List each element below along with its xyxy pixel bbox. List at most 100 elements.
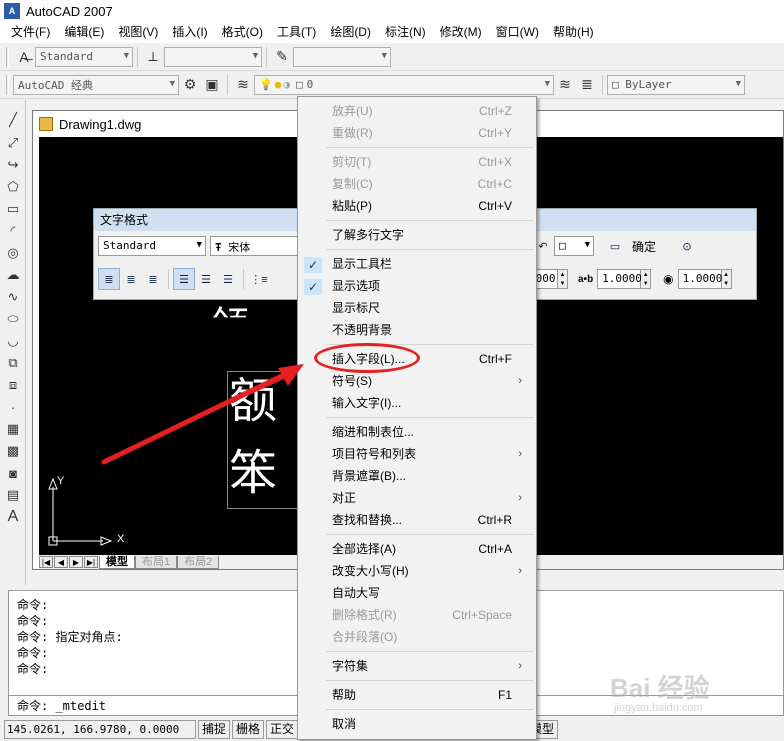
numbering-icon[interactable]: ⋮≡ [248,268,270,290]
context-menu-item[interactable]: 改变大小写(H) › [298,561,536,582]
context-menu-item[interactable]: 了解多行文字 [298,225,536,246]
menu-help[interactable]: 帮助(H) [546,22,601,43]
context-menu-item[interactable]: ✓ 显示工具栏 [298,254,536,275]
menu-dimension[interactable]: 标注(N) [378,22,433,43]
arc-icon[interactable]: ◜ [3,221,23,241]
menu-draw[interactable]: 绘图(D) [323,22,378,43]
context-menu-item[interactable]: 输入文字(I)... [298,393,536,414]
menu-insert[interactable]: 插入(I) [165,22,214,43]
table-style-combo[interactable]: ▼ [293,46,391,67]
context-menu-item[interactable]: 背景遮罩(B)... [298,466,536,487]
snap-button[interactable]: 捕捉 [198,720,231,739]
context-menu-item[interactable]: ✓ 显示选项 [298,276,536,297]
align-top-icon[interactable]: ☰ [173,268,195,290]
toolbar-grip[interactable] [6,46,9,67]
layer-combo[interactable]: 💡 ● ◑ □ 0 ▼ [254,74,554,95]
width-factor-field[interactable]: 1.0000 [677,269,722,289]
context-menu-item[interactable]: 缩进和制表位... [298,422,536,443]
ellipse-icon[interactable]: ⬭ [3,309,23,329]
circle-icon[interactable]: ◎ [3,243,23,263]
text-style-icon[interactable]: A̶ [13,46,35,68]
color-combo[interactable]: □ ByLayer ▼ [607,74,745,95]
construction-line-icon[interactable]: ⤢ [3,133,23,153]
align-center-icon[interactable]: ≣ [120,268,142,290]
tracking-spinner[interactable]: ▲ ▼ [641,269,652,289]
workspace-combo[interactable]: AutoCAD 经典 ▼ [13,74,179,95]
workspace-save-icon[interactable]: ▣ [201,74,223,96]
context-menu-item[interactable]: 粘贴(P) Ctrl+V [298,196,536,217]
context-menu-item[interactable]: 字符集 › [298,656,536,677]
tracking-field[interactable]: 1.0000 [597,269,642,289]
ortho-button[interactable]: 正交 [266,720,299,739]
layer-previous-icon[interactable]: ≋ [554,74,576,96]
point-icon[interactable]: · [3,397,23,417]
menu-tools[interactable]: 工具(T) [270,22,323,43]
context-menu-item[interactable]: 取消 [298,714,536,735]
align-left-icon[interactable]: ≣ [98,268,120,290]
align-right-icon[interactable]: ≣ [142,268,164,290]
menu-modify[interactable]: 修改(M) [433,22,489,43]
text-style-combo[interactable]: Standard ▼ [35,46,133,67]
layer-name: 0 [306,78,314,91]
spline-icon[interactable]: ∿ [3,287,23,307]
color-select[interactable]: □ ▼ [554,236,594,256]
text-style-select[interactable]: Standard ▼ [98,236,206,256]
tab-layout1[interactable]: 布局1 [135,555,178,569]
workspace-settings-icon[interactable]: ⚙ [179,74,201,96]
tab-model[interactable]: 模型 [99,555,135,569]
layer-state-icon[interactable]: ≣ [576,74,598,96]
draw-toolbar: ╱ ⤢ ↪ ⬠ ▭ ◜ ◎ ☁ ∿ ⬭ ◡ ⧉ ⧈ · ▦ ▩ ◙ ▤ A [0,100,26,585]
watermark-url: jingyan.baidu.com [614,702,703,714]
dim-style-combo[interactable]: ▼ [164,46,262,67]
prev-tab-icon[interactable]: ◀ [54,556,68,568]
ruler-icon[interactable]: ▭ [604,235,626,257]
hatch-icon[interactable]: ▦ [3,419,23,439]
align-middle-icon[interactable]: ☰ [195,268,217,290]
context-menu-shortcut: Ctrl+Z [479,104,512,118]
dim-style-icon[interactable]: ⟂ [142,46,164,68]
line-icon[interactable]: ╱ [3,110,23,130]
last-tab-icon[interactable]: ▶| [84,556,98,568]
context-menu-item[interactable]: 符号(S) › [298,371,536,392]
dwg-file-icon [39,117,53,131]
revcloud-icon[interactable]: ☁ [3,265,23,285]
width-factor-spinner[interactable]: ▲ ▼ [721,269,732,289]
menu-format[interactable]: 格式(O) [215,22,270,43]
align-bottom-icon[interactable]: ☰ [217,268,239,290]
oblique-spinner[interactable]: ▲ ▼ [558,269,568,289]
context-menu-item[interactable]: 全部选择(A) Ctrl+A [298,539,536,560]
menu-view[interactable]: 视图(V) [111,22,165,43]
layer-manager-icon[interactable]: ≋ [232,74,254,96]
polygon-icon[interactable]: ⬠ [3,177,23,197]
menu-window[interactable]: 窗口(W) [489,22,546,43]
context-menu-item[interactable]: 不透明背景 [298,320,536,341]
gradient-icon[interactable]: ▩ [3,441,23,461]
table-icon[interactable]: ▤ [3,485,23,505]
polyline-icon[interactable]: ↪ [3,155,23,175]
ok-button[interactable]: 确定 [632,238,656,255]
font-select[interactable]: Ŧ 宋体 [210,236,300,256]
table-style-icon[interactable]: ✎ [271,46,293,68]
multiline-text-icon[interactable]: A [3,507,23,527]
context-menu-item[interactable]: 自动大写 [298,583,536,604]
tab-layout2[interactable]: 布局2 [177,555,220,569]
color-swatch: □ [612,78,626,91]
grid-button[interactable]: 栅格 [232,720,265,739]
menu-file[interactable]: 文件(F) [4,22,57,43]
context-menu-item[interactable]: 对正 › [298,488,536,509]
context-menu-item[interactable]: 查找和替换... Ctrl+R [298,510,536,531]
rectangle-icon[interactable]: ▭ [3,199,23,219]
ellipse-arc-icon[interactable]: ◡ [3,331,23,351]
options-icon[interactable]: ⊙ [676,235,698,257]
chevron-down-icon: ▼ [584,240,590,250]
make-block-icon[interactable]: ⧈ [3,375,23,395]
context-menu-item[interactable]: 帮助 F1 [298,685,536,706]
menu-edit[interactable]: 编辑(E) [57,22,111,43]
insert-block-icon[interactable]: ⧉ [3,353,23,373]
toolbar-grip[interactable] [6,74,9,95]
region-icon[interactable]: ◙ [3,463,23,483]
next-tab-icon[interactable]: ▶ [69,556,83,568]
first-tab-icon[interactable]: |◀ [39,556,53,568]
context-menu-item[interactable]: 显示标尺 [298,298,536,319]
context-menu-item[interactable]: 项目符号和列表 › [298,444,536,465]
